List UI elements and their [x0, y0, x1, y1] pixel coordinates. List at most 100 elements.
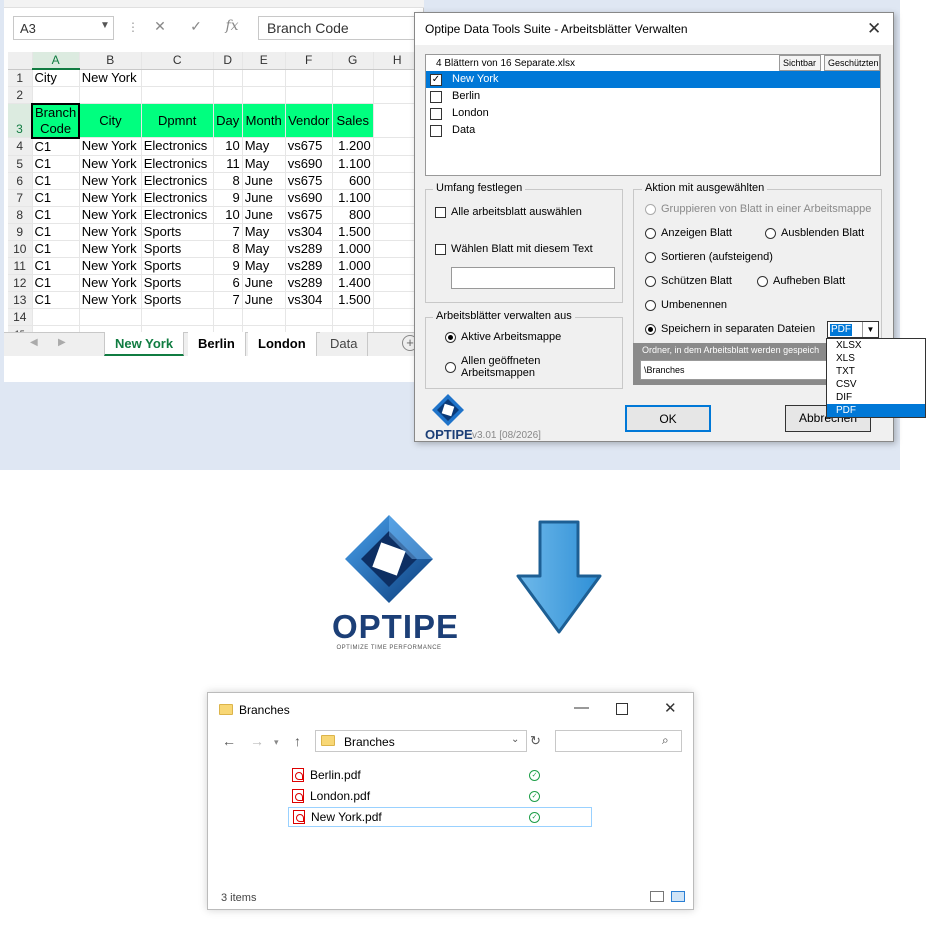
header-cell-day[interactable]: Day	[212, 103, 243, 138]
data-cell[interactable]: C1	[31, 222, 80, 241]
data-cell[interactable]: Sports	[140, 290, 214, 309]
sort-option[interactable]: Sortieren (aufsteigend)	[645, 251, 773, 263]
cell[interactable]	[32, 86, 80, 104]
data-cell[interactable]: 1.500	[331, 222, 374, 241]
data-cell[interactable]: 6	[212, 273, 243, 292]
header-cell-branch-code[interactable]: Branch Code	[30, 102, 81, 139]
all-open-workbooks-option[interactable]: Allen geöffneten Arbeitsmappen	[445, 355, 555, 379]
data-cell[interactable]: Electronics	[140, 171, 214, 190]
cell[interactable]	[213, 308, 243, 326]
data-cell[interactable]: June	[241, 171, 286, 190]
data-cell[interactable]: Sports	[140, 256, 214, 275]
sheet-tab-data[interactable]: Data	[320, 332, 369, 356]
hide-sheet-radio[interactable]	[765, 227, 776, 239]
data-cell[interactable]: vs675	[284, 171, 333, 190]
cell[interactable]	[242, 308, 286, 326]
col-header-e[interactable]: E	[242, 52, 286, 70]
data-cell[interactable]: C1	[31, 273, 80, 292]
header-cell-dpmnt[interactable]: Dpmnt	[140, 103, 214, 138]
active-workbook-option[interactable]: Aktive Arbeitsmappe	[445, 331, 561, 343]
cancel-entry-icon[interactable]: ✕	[150, 18, 170, 35]
row-header[interactable]: 10	[8, 240, 33, 258]
data-cell[interactable]: vs690	[284, 188, 333, 207]
show-sheet-option[interactable]: Anzeigen Blatt	[645, 227, 732, 239]
sheet-checkbox-checked[interactable]: ✓	[430, 74, 442, 86]
data-cell[interactable]: June	[241, 290, 286, 309]
sheet-row-data[interactable]: Data	[426, 122, 880, 139]
format-select[interactable]: PDF ▼	[827, 321, 879, 338]
cell[interactable]	[141, 308, 214, 326]
sheet-text-input[interactable]	[451, 267, 615, 289]
header-cell-vendor[interactable]: Vendor	[284, 103, 333, 138]
active-workbook-radio[interactable]	[445, 331, 456, 343]
data-cell[interactable]: June	[241, 273, 286, 292]
tab-scroll-right-icon[interactable]: ▶	[58, 337, 66, 348]
cell[interactable]	[332, 308, 374, 326]
row-header[interactable]: 7	[8, 189, 33, 207]
data-cell[interactable]: C1	[31, 239, 80, 258]
up-icon[interactable]: ↑	[294, 733, 301, 749]
hide-sheet-option[interactable]: Ausblenden Blatt	[765, 227, 864, 239]
back-icon[interactable]: ←	[222, 733, 236, 749]
maximize-icon[interactable]	[616, 703, 628, 715]
data-cell[interactable]: vs289	[284, 256, 333, 275]
data-cell[interactable]: June	[241, 205, 286, 224]
cell[interactable]	[285, 86, 333, 104]
sheet-row-new-york[interactable]: ✓ New York	[426, 71, 880, 88]
format-dropdown-icon[interactable]: ▼	[862, 322, 878, 337]
address-bar[interactable]: Branches ⌄	[315, 730, 527, 752]
unprotect-sheet-radio[interactable]	[757, 275, 768, 287]
format-option-xls[interactable]: XLS	[827, 352, 925, 365]
data-cell[interactable]: New York	[78, 188, 142, 207]
data-cell[interactable]: C1	[31, 171, 80, 190]
row-header[interactable]: 6	[8, 172, 33, 190]
data-cell[interactable]: May	[241, 154, 286, 173]
cell[interactable]	[79, 86, 142, 104]
data-cell[interactable]: New York	[78, 154, 142, 173]
data-cell[interactable]: 7	[212, 290, 243, 309]
name-box-dropdown-icon[interactable]: ▼	[100, 20, 110, 31]
data-cell[interactable]: New York	[78, 137, 142, 156]
col-header-d[interactable]: D	[213, 52, 243, 70]
data-cell[interactable]: Sports	[140, 222, 214, 241]
recent-locations-icon[interactable]: ▾	[274, 737, 279, 748]
data-cell[interactable]: vs675	[284, 205, 333, 224]
data-cell[interactable]: Electronics	[140, 137, 214, 156]
data-cell[interactable]: C1	[31, 290, 80, 309]
row-header[interactable]: 4	[8, 137, 33, 156]
cell[interactable]	[141, 69, 214, 87]
sheet-row-berlin[interactable]: Berlin	[426, 88, 880, 105]
header-cell-sales[interactable]: Sales	[331, 103, 374, 138]
data-cell[interactable]: C1	[31, 137, 80, 156]
rename-option[interactable]: Umbenennen	[645, 299, 727, 311]
data-cell[interactable]: Electronics	[140, 188, 214, 207]
sheet-checkbox[interactable]	[430, 125, 442, 137]
header-cell-city[interactable]: City	[78, 103, 142, 138]
data-cell[interactable]: New York	[78, 205, 142, 224]
format-dropdown-list[interactable]: XLSX XLS TXT CSV DIF PDF	[826, 338, 926, 418]
col-header-b[interactable]: B	[79, 52, 142, 70]
data-cell[interactable]: 800	[331, 205, 374, 224]
sheet-row-london[interactable]: London	[426, 105, 880, 122]
select-all-corner[interactable]	[8, 52, 33, 70]
data-cell[interactable]: 7	[212, 222, 243, 241]
protect-sheet-option[interactable]: Schützen Blatt	[645, 275, 732, 287]
data-cell[interactable]: New York	[78, 273, 142, 292]
cell[interactable]	[332, 69, 374, 87]
data-cell[interactable]: New York	[78, 290, 142, 309]
data-cell[interactable]: 1.100	[331, 188, 374, 207]
data-cell[interactable]: May	[241, 222, 286, 241]
row-header[interactable]: 13	[8, 291, 33, 309]
data-cell[interactable]: 1.000	[331, 256, 374, 275]
format-option-dif[interactable]: DIF	[827, 391, 925, 404]
data-cell[interactable]: vs675	[284, 137, 333, 156]
data-cell[interactable]: 1.100	[331, 154, 374, 173]
close-window-icon[interactable]: ✕	[664, 699, 677, 717]
data-cell[interactable]: New York	[78, 256, 142, 275]
data-cell[interactable]: 1.400	[331, 273, 374, 292]
data-cell[interactable]: C1	[31, 205, 80, 224]
data-cell[interactable]: New York	[78, 171, 142, 190]
rename-radio[interactable]	[645, 299, 656, 311]
data-cell[interactable]: May	[241, 239, 286, 258]
data-cell[interactable]: vs304	[284, 222, 333, 241]
